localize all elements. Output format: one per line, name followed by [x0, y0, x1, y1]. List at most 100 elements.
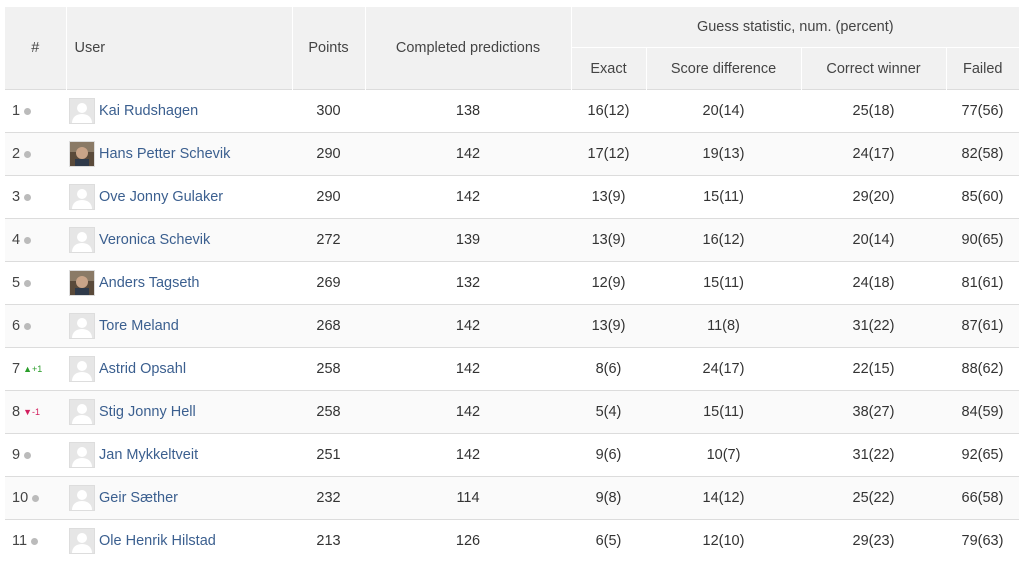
failed-cell: 87(61) — [946, 304, 1019, 348]
avatar[interactable] — [69, 141, 95, 167]
user-link[interactable]: Ove Jonny Gulaker — [99, 189, 223, 205]
rank-number: 11 — [12, 533, 28, 550]
score-difference-cell: 19(13) — [646, 132, 801, 176]
user-link[interactable]: Jan Mykkeltveit — [99, 447, 198, 463]
user-link[interactable]: Stig Jonny Hell — [99, 404, 196, 420]
completed-cell: 142 — [365, 390, 571, 434]
rank-number: 4 — [12, 232, 21, 248]
exact-cell: 6(5) — [571, 519, 646, 563]
completed-cell: 142 — [365, 433, 571, 477]
user-cell: Ole Henrik Hilstad — [66, 519, 292, 563]
score-difference-cell: 14(12) — [646, 476, 801, 520]
user-link[interactable]: Geir Sæther — [99, 490, 178, 506]
user-cell: Jan Mykkeltveit — [66, 433, 292, 477]
correct-winner-cell: 31(22) — [801, 433, 946, 477]
header-user: User — [65, 7, 292, 90]
avatar[interactable] — [69, 485, 95, 511]
score-difference-cell: 15(11) — [646, 390, 801, 434]
avatar[interactable] — [69, 98, 95, 124]
rank-number: 2 — [12, 146, 21, 162]
completed-cell: 142 — [365, 347, 571, 391]
header-points: Points — [291, 7, 365, 90]
table-row: 4 Veronica Schevik 272 139 13(9) 16(12) 20(14)… — [5, 218, 1019, 262]
table-row: 11 Ole Henrik Hilstad 213 126 6(5) 12(10) 29(2… — [5, 519, 1019, 563]
table-row: 3 Ove Jonny Gulaker 290 142 13(9) 15(11) 29(20… — [5, 175, 1019, 219]
avatar[interactable] — [69, 356, 95, 382]
score-difference-cell: 11(8) — [646, 304, 801, 348]
table-row: 7 ▲+1 Astrid Opsahl 258 142 8(6) 24(17) 22(15) 8… — [5, 347, 1019, 391]
rank-cell: 11 — [5, 519, 66, 563]
rank-unchanged-icon — [24, 150, 32, 158]
failed-cell: 82(58) — [946, 132, 1019, 176]
avatar[interactable] — [69, 313, 95, 339]
correct-winner-cell: 22(15) — [801, 347, 946, 391]
correct-winner-cell: 24(17) — [801, 132, 946, 176]
exact-cell: 13(9) — [571, 218, 646, 262]
avatar[interactable] — [69, 442, 95, 468]
rank-cell: 8 ▼-1 — [5, 390, 66, 434]
table-row: 5 Anders Tagseth 269 132 12(9) 15(11) 24(18) 81… — [5, 261, 1019, 305]
table-row: 1 Kai Rudshagen 300 138 16(12) 20(14) 25(18) 77… — [5, 89, 1019, 133]
user-cell: Geir Sæther — [66, 476, 292, 520]
correct-winner-cell: 24(18) — [801, 261, 946, 305]
rank-unchanged-icon — [24, 451, 32, 459]
failed-cell: 90(65) — [946, 218, 1019, 262]
correct-winner-cell: 25(22) — [801, 476, 946, 520]
user-link[interactable]: Ole Henrik Hilstad — [99, 533, 216, 549]
points-cell: 290 — [292, 175, 365, 219]
correct-winner-cell: 38(27) — [801, 390, 946, 434]
avatar[interactable] — [69, 528, 95, 555]
points-cell: 269 — [292, 261, 365, 305]
rank-number: 7 — [12, 361, 21, 377]
rank-cell: 2 — [5, 132, 66, 176]
exact-cell: 12(9) — [571, 261, 646, 305]
completed-cell: 114 — [365, 476, 571, 520]
rank-cell: 6 — [5, 304, 66, 348]
correct-winner-cell: 29(23) — [801, 519, 946, 563]
rank-number: 5 — [12, 275, 21, 291]
score-difference-cell: 12(10) — [646, 519, 801, 563]
rank-cell: 7 ▲+1 — [5, 347, 66, 391]
completed-cell: 138 — [365, 89, 571, 133]
user-link[interactable]: Veronica Schevik — [99, 232, 210, 248]
user-link[interactable]: Hans Petter Schevik — [99, 146, 230, 162]
completed-cell: 139 — [365, 218, 571, 262]
score-difference-cell: 10(7) — [646, 433, 801, 477]
score-difference-cell: 15(11) — [646, 261, 801, 305]
user-link[interactable]: Astrid Opsahl — [99, 361, 186, 377]
rank-cell: 10 — [5, 476, 66, 520]
points-cell: 251 — [292, 433, 365, 477]
user-cell: Tore Meland — [66, 304, 292, 348]
rank-cell: 3 — [5, 175, 66, 219]
completed-cell: 126 — [365, 519, 571, 563]
points-cell: 232 — [292, 476, 365, 520]
rank-cell: 4 — [5, 218, 66, 262]
points-cell: 258 — [292, 347, 365, 391]
header-guess-statistic: Guess statistic, num. (percent) — [570, 7, 1019, 48]
score-difference-cell: 15(11) — [646, 175, 801, 219]
user-link[interactable]: Anders Tagseth — [99, 275, 200, 291]
exact-cell: 9(8) — [571, 476, 646, 520]
rank-number: 3 — [12, 189, 21, 205]
avatar[interactable] — [69, 184, 95, 210]
completed-cell: 142 — [365, 304, 571, 348]
user-cell: Anders Tagseth — [66, 261, 292, 305]
avatar[interactable] — [69, 270, 95, 296]
user-link[interactable]: Tore Meland — [99, 318, 179, 334]
avatar[interactable] — [69, 399, 95, 425]
correct-winner-cell: 25(18) — [801, 89, 946, 133]
rank-unchanged-icon — [24, 107, 32, 115]
correct-winner-cell: 31(22) — [801, 304, 946, 348]
failed-cell: 81(61) — [946, 261, 1019, 305]
rank-number: 8 — [12, 404, 21, 420]
user-link[interactable]: Kai Rudshagen — [99, 103, 198, 119]
header-score-difference: Score difference — [645, 47, 801, 90]
points-cell: 272 — [292, 218, 365, 262]
failed-cell: 79(63) — [946, 519, 1019, 563]
rank-cell: 9 — [5, 433, 66, 477]
points-cell: 290 — [292, 132, 365, 176]
avatar[interactable] — [69, 227, 95, 253]
table-row: 6 Tore Meland 268 142 13(9) 11(8) 31(22) 87(61) — [5, 304, 1019, 348]
user-cell: Hans Petter Schevik — [66, 132, 292, 176]
score-difference-cell: 16(12) — [646, 218, 801, 262]
